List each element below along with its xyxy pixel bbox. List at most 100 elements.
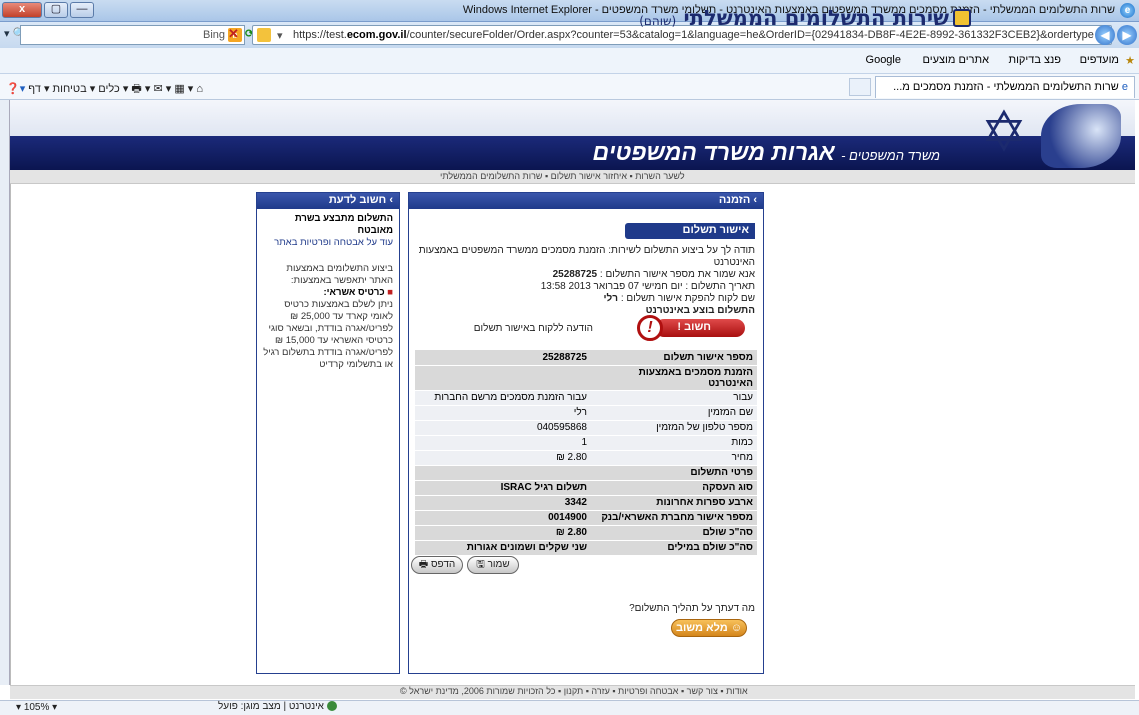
table-row: ארבע ספרות אחרונות 3342 — [415, 495, 757, 511]
table-row: סוג העסקה תשלום רגיל ISRAC — [415, 480, 757, 496]
page-icon: ▾ — [277, 30, 283, 42]
maximize-button[interactable]: ▢ — [44, 2, 68, 18]
exclamation-icon: ! — [637, 315, 663, 341]
keep-number-label: אנא שמור את מספר אישור התשלום : — [599, 269, 755, 280]
row-value: 2.80 ₪ — [415, 450, 591, 466]
favorites-bar: ★ מועדפים פנצ בדיקות אתרים מוצעים Google — [0, 48, 1139, 74]
payment-methods-text: ביצוע התשלומים באמצעות האתר יתאפשר באמצע… — [286, 263, 393, 286]
row-label: מספר אישור תשלום — [591, 350, 757, 366]
ministry-title: משרד המשפטים - אגרות משרד המשפטים — [592, 139, 941, 165]
table-row: כמות 1 — [415, 435, 757, 451]
ie-logo-icon: e — [1120, 3, 1135, 18]
site-brand-title[interactable]: שירות התשלומים הממשלתי (שוהם) — [639, 6, 949, 30]
favorite-item[interactable]: Google — [866, 54, 901, 66]
row-value: שני שקלים ושמונים אגורות — [415, 540, 591, 556]
zoom-level[interactable]: ▾ 105% ▾ — [16, 702, 57, 713]
star-of-david-icon: ✡ — [980, 100, 1028, 163]
print-button[interactable]: הדפס 🖶 — [411, 556, 463, 574]
credit-limits-text: ניתן לשלם באמצעות כרטיס לאומי קארד עד 25… — [263, 299, 393, 370]
back-button[interactable]: ◀ — [1095, 25, 1115, 45]
row-label: כמות — [591, 435, 757, 451]
home-icon[interactable]: ⌂ — [196, 83, 203, 95]
table-row: סה"כ שולם במילים שני שקלים ושמונים אגורות — [415, 540, 757, 556]
favorites-star-icon[interactable]: ★ — [1125, 54, 1135, 67]
emblem-logo-icon — [1041, 104, 1121, 168]
row-value: 040595868 — [415, 420, 591, 436]
search-input[interactable]: Bing b — [20, 25, 245, 45]
bullet-icon: ■ — [384, 287, 393, 298]
menu-tools[interactable]: כלים — [98, 83, 119, 95]
row-label: סוג העסקה — [591, 480, 757, 496]
favorite-item[interactable]: פנצ בדיקות — [1008, 54, 1061, 66]
search-engine-label: Bing — [203, 29, 226, 41]
menu-safety[interactable]: בטיחות — [53, 83, 87, 95]
row-value: תשלום רגיל ISRAC — [415, 480, 591, 496]
save-button[interactable]: שמור 🖫 — [467, 556, 519, 574]
forward-button[interactable]: ▶ — [1117, 25, 1137, 45]
row-label: הזמנת מסמכים באמצעות האינטרנט — [591, 365, 757, 391]
payment-details-table: מספר אישור תשלום 25288725 הזמנת מסמכים באמ… — [415, 350, 757, 556]
tab-active[interactable]: e שרות התשלומים הממשלתי - הזמנת מסמכים מ… — [875, 76, 1135, 98]
row-value: 3342 — [415, 495, 591, 511]
status-bar — [0, 700, 1139, 715]
important-badge: חשוב ! ! — [625, 315, 745, 341]
row-value — [415, 465, 591, 481]
lock-icon[interactable] — [257, 28, 271, 42]
footer-links[interactable]: אודות ▪ צור קשר ▪ אבטחה ופרטיות ▪ עזרה ▪… — [400, 686, 748, 696]
feedback-icon: ☺ — [727, 622, 743, 634]
row-value: עבור הזמנת מסמכים מרשם החברות — [415, 390, 591, 406]
mail-icon[interactable]: ✉ — [153, 83, 162, 95]
order-panel-title: › הזמנה — [409, 193, 763, 209]
row-value: 1 — [415, 435, 591, 451]
customer-message: הודעה ללקוח באישור תשלום — [473, 323, 593, 334]
minimize-button[interactable]: — — [70, 2, 94, 18]
table-row: מספר טלפון של המזמין 040595868 — [415, 420, 757, 436]
security-link[interactable]: עוד על אבטחה ופרטיות באתר — [263, 237, 393, 249]
tab-favicon-icon: e — [1118, 81, 1128, 93]
help-icon[interactable]: ❓▾ — [6, 83, 25, 95]
customer-name: רלי — [603, 293, 619, 304]
secure-server-text: התשלום מתבצע בשרת מאובטח — [294, 213, 393, 236]
menu-page[interactable]: דף — [28, 83, 41, 95]
row-value: 2.80 ₪ — [415, 525, 591, 541]
feeds-icon[interactable]: ▦ — [174, 83, 184, 95]
favorites-label[interactable]: מועדפים — [1080, 54, 1119, 66]
table-row: מחיר 2.80 ₪ — [415, 450, 757, 466]
thanks-text: תודה לך על ביצוע התשלום לשירות: הזמנת מס… — [418, 245, 755, 268]
confirmation-number: 25288725 — [552, 269, 598, 280]
brand-logo-icon — [953, 9, 971, 27]
table-row: מספר אישור מחברת האשראי/בנק 0014900 — [415, 510, 757, 526]
tab-label: שרות התשלומים הממשלתי - הזמנת מסמכים מ..… — [893, 81, 1119, 93]
payment-date: תאריך התשלום : יום חמישי 07 פברואר 2013 … — [540, 281, 755, 292]
url-text[interactable]: https://test.ecom.gov.il/counter/secureF… — [293, 29, 1094, 41]
info-panel: › חשוב לדעת התשלום מתבצע בשרת מאובטח עוד… — [256, 192, 400, 674]
confirm-title: אישור תשלום — [625, 223, 755, 239]
globe-icon — [326, 701, 337, 712]
row-label: עבור — [591, 390, 757, 406]
table-row: מספר אישור תשלום 25288725 — [415, 350, 757, 366]
row-label: סה"כ שולם — [591, 525, 757, 541]
favorite-item[interactable]: אתרים מוצעים — [923, 54, 989, 66]
print-icon[interactable]: 🖶 — [131, 83, 141, 95]
table-row: שם המזמין רלי — [415, 405, 757, 421]
row-label: ארבע ספרות אחרונות — [591, 495, 757, 511]
breadcrumb[interactable]: לשער השרות ▪ איחזור אישור תשלום ▪ שרות ה… — [440, 171, 685, 181]
row-label: פרטי התשלום — [591, 465, 757, 481]
tab-bar: ❓▾ כלים ▾ בטיחות ▾ דף ▾ 🖶 ▾ ✉ ▾ ▦ ▾ ⌂ e … — [0, 74, 1139, 100]
feedback-button[interactable]: ☺ מלא משוב — [671, 619, 747, 637]
ministry-banner: משרד המשפטים - אגרות משרד המשפטים — [10, 136, 1135, 170]
table-row: סה"כ שולם 2.80 ₪ — [415, 525, 757, 541]
stop-icon[interactable]: ✕ — [228, 26, 239, 42]
row-label: מספר אישור מחברת האשראי/בנק — [591, 510, 757, 526]
credit-card-label: כרטיס אשראי: — [323, 287, 385, 298]
customer-name-label: שם לקוח להפקת אישור תשלום : — [620, 293, 755, 304]
left-scrollbar[interactable] — [0, 100, 10, 685]
new-tab-button[interactable] — [849, 78, 871, 96]
row-value: 25288725 — [415, 350, 591, 366]
row-label: מספר טלפון של המזמין — [591, 420, 757, 436]
command-bar: ❓▾ כלים ▾ בטיחות ▾ דף ▾ 🖶 ▾ ✉ ▾ ▦ ▾ ⌂ — [6, 83, 204, 95]
close-button[interactable]: x — [2, 2, 42, 18]
info-panel-title: › חשוב לדעת — [257, 193, 399, 209]
row-value: רלי — [415, 405, 591, 421]
important-label: חשוב ! — [655, 319, 745, 337]
